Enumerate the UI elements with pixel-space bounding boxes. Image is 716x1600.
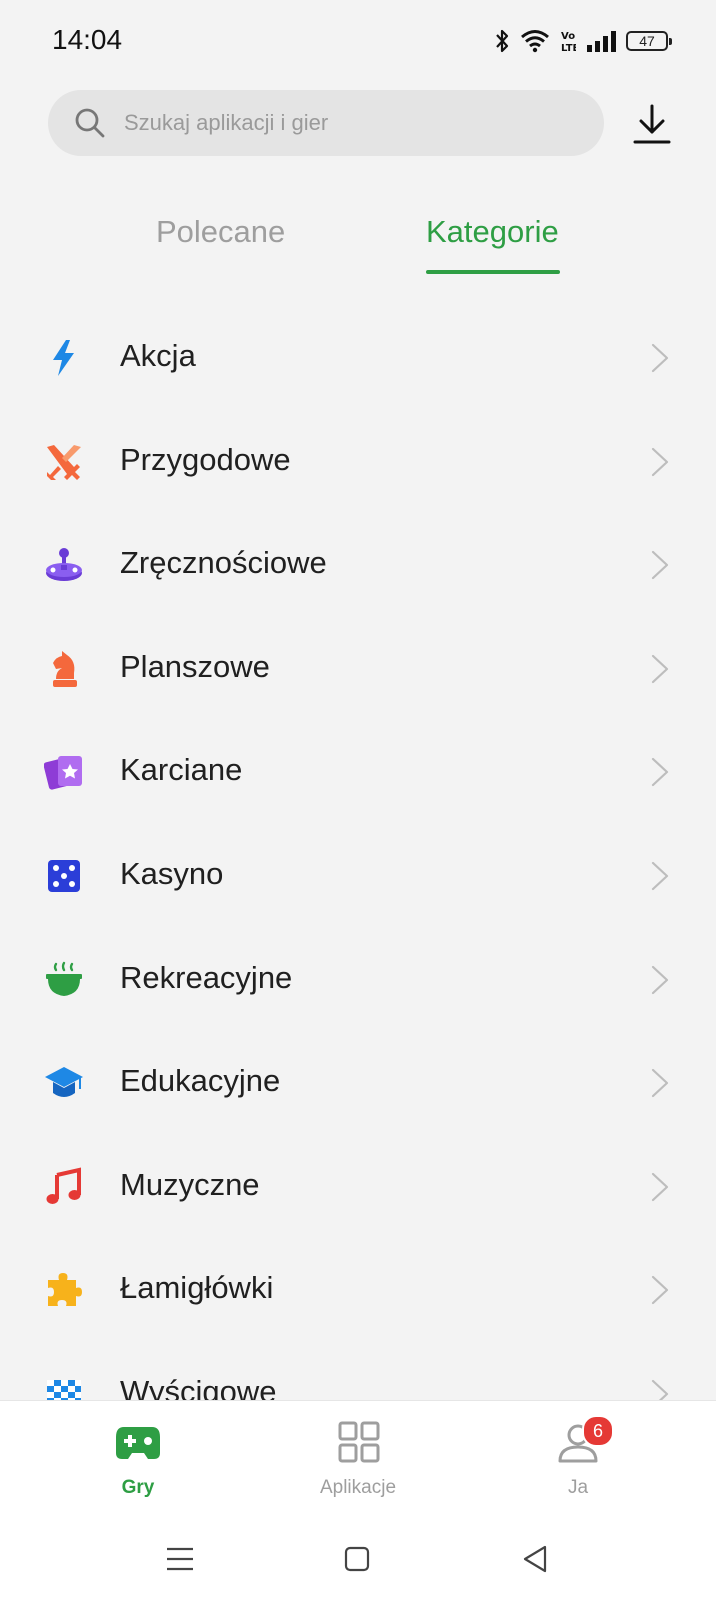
menu-button[interactable] (163, 1542, 197, 1576)
category-label: Muzyczne (120, 1166, 260, 1202)
nav-me[interactable]: 6 Ja (478, 1401, 678, 1519)
nav-me-label: Ja (567, 1477, 589, 1498)
category-label: Akcja (120, 338, 196, 373)
category-lamiglowki[interactable]: Łamigłówki (0, 1238, 716, 1342)
tab-bar: Polecane Kategorie (0, 200, 716, 280)
chevron-right-icon (650, 964, 670, 996)
checkered-flag-icon (44, 1374, 84, 1400)
category-muzyczne[interactable]: Muzyczne (0, 1135, 716, 1239)
category-planszowe[interactable]: Planszowe (0, 617, 716, 721)
download-button[interactable] (632, 102, 672, 146)
puzzle-icon (44, 1270, 84, 1310)
status-icons: Vo LTE 47 (494, 28, 672, 54)
category-label: Karciane (120, 752, 243, 788)
wifi-icon (520, 29, 550, 53)
lightning-icon (44, 338, 84, 378)
nav-apps-label: Aplikacje (319, 1477, 397, 1498)
chevron-right-icon (650, 1067, 670, 1099)
category-label: Edukacyjne (120, 1063, 281, 1099)
home-button[interactable] (340, 1542, 374, 1576)
active-tab-indicator (426, 270, 560, 274)
chevron-right-icon (650, 1274, 670, 1306)
menu-icon (167, 1547, 193, 1571)
nav-apps[interactable]: Aplikacje (258, 1401, 458, 1519)
category-label: Planszowe (120, 648, 270, 684)
tab-polecane[interactable]: Polecane (156, 214, 285, 250)
chevron-right-icon (650, 860, 670, 892)
category-label: Wyścigowe (120, 1373, 277, 1400)
chevron-right-icon (650, 342, 670, 374)
apps-grid-icon (334, 1421, 382, 1465)
category-edukacyjne[interactable]: Edukacyjne (0, 1031, 716, 1135)
tea-bowl-icon (44, 960, 84, 1000)
signal-icon (586, 30, 616, 52)
joystick-icon (44, 545, 84, 585)
nav-games[interactable]: Gry (38, 1401, 238, 1519)
chevron-right-icon (650, 549, 670, 581)
category-label: Zręcznościowe (120, 545, 327, 581)
cards-icon (44, 752, 84, 792)
download-icon (633, 104, 671, 144)
back-button[interactable] (518, 1542, 552, 1576)
crossed-swords-icon (44, 442, 84, 482)
dice-icon (44, 856, 84, 896)
category-karciane[interactable]: Karciane (0, 720, 716, 824)
category-kasyno[interactable]: Kasyno (0, 824, 716, 928)
category-przygodowe[interactable]: Przygodowe (0, 410, 716, 514)
category-zrecznosciowe[interactable]: Zręcznościowe (0, 513, 716, 617)
search-icon (74, 107, 106, 139)
back-icon (523, 1545, 547, 1573)
search-row (0, 88, 716, 158)
graduation-cap-icon (44, 1063, 84, 1103)
category-label: Przygodowe (120, 441, 291, 477)
battery-icon: 47 (626, 31, 672, 51)
search-box[interactable] (48, 90, 604, 156)
category-rekreacyjne[interactable]: Rekreacyjne (0, 928, 716, 1032)
bottom-navigation: Gry Aplikacje 6 Ja (0, 1400, 716, 1519)
svg-text:LTE: LTE (561, 43, 576, 53)
category-akcja[interactable]: Akcja (0, 306, 716, 410)
chevron-right-icon (650, 446, 670, 478)
chevron-right-icon (650, 1378, 670, 1400)
category-label: Kasyno (120, 855, 224, 891)
category-label: Rekreacyjne (120, 959, 293, 995)
tab-kategorie[interactable]: Kategorie (426, 214, 559, 250)
status-time: 14:04 (52, 24, 123, 55)
volte-icon: Vo LTE (560, 29, 576, 53)
category-wyscigowe[interactable]: Wyścigowe (0, 1342, 716, 1400)
battery-level: 47 (639, 33, 655, 49)
status-bar: 14:04 Vo LTE 47 (0, 0, 716, 80)
search-input[interactable] (122, 109, 566, 137)
bluetooth-icon (494, 28, 510, 54)
system-navigation-bar (0, 1518, 716, 1600)
music-note-icon (44, 1167, 84, 1207)
chevron-right-icon (650, 1171, 670, 1203)
chevron-right-icon (650, 756, 670, 788)
nav-games-label: Gry (121, 1477, 155, 1498)
notification-badge: 6 (582, 1415, 614, 1447)
chevron-right-icon (650, 653, 670, 685)
category-label: Łamigłówki (120, 1270, 274, 1306)
svg-text:Vo: Vo (561, 31, 575, 42)
category-list[interactable]: Akcja Przygodowe Zręcznościowe Planszowe (0, 306, 716, 1400)
home-icon (344, 1546, 370, 1572)
chess-knight-icon (44, 649, 84, 689)
gamepad-icon (114, 1421, 162, 1465)
